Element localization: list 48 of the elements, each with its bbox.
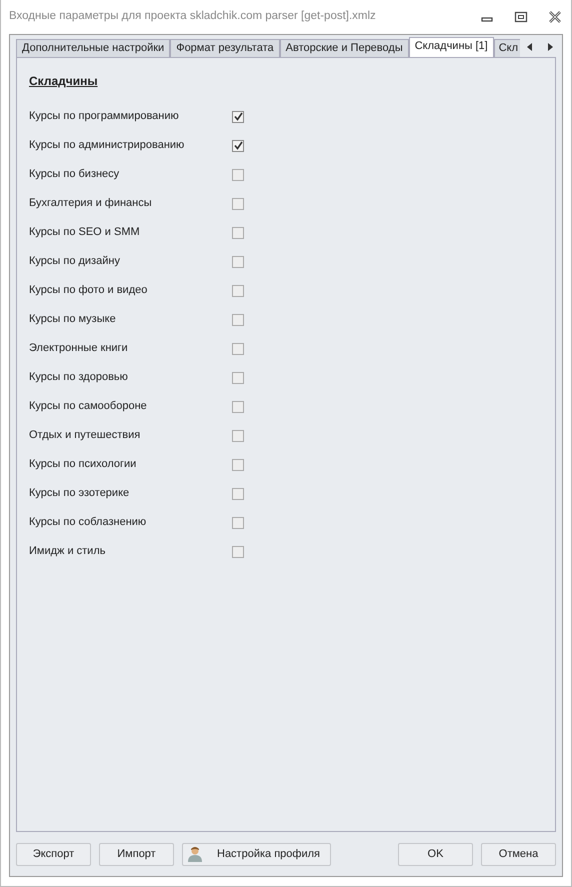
ok-button[interactable]: OK <box>398 842 473 866</box>
checkbox[interactable] <box>232 372 244 384</box>
option-label: Курсы по самообороне <box>29 399 148 414</box>
option-label: Электронные книги <box>29 341 129 356</box>
section-title: Складчины <box>29 73 98 90</box>
checkbox[interactable] <box>232 400 244 412</box>
checkbox[interactable] <box>232 110 244 122</box>
tab[interactable]: Скл <box>494 39 520 57</box>
option-label: Курсы по соблазнению <box>29 515 148 530</box>
cancel-button[interactable]: Отмена <box>481 842 556 866</box>
checkbox[interactable] <box>232 226 244 238</box>
close-icon[interactable] <box>547 11 563 23</box>
checkbox[interactable] <box>232 140 244 152</box>
option-label: Курсы по дизайну <box>29 254 121 270</box>
checkbox[interactable] <box>232 516 244 528</box>
option-label: Курсы по администрированию <box>29 138 186 154</box>
checkbox[interactable] <box>232 458 244 470</box>
window-title: Входные параметры для проекта skladchik.com parser [get-post].xmlz <box>9 9 377 24</box>
option-label: Имидж и стиль <box>29 544 106 560</box>
checkbox[interactable] <box>232 314 244 326</box>
tab[interactable]: Дополнительные настройки <box>16 39 170 57</box>
maximize-icon[interactable] <box>513 11 529 23</box>
checkbox[interactable] <box>232 256 244 268</box>
dialog-button[interactable]: Экспорт <box>16 842 91 866</box>
dialog-button[interactable]: Импорт <box>99 842 174 866</box>
tab[interactable]: Авторские и Переводы <box>280 39 409 57</box>
tab[interactable]: Складчины [1] <box>408 37 494 57</box>
option-label: Курсы по программированию <box>29 109 180 124</box>
profile-settings-button[interactable]: Настройка профиля <box>182 842 331 866</box>
checkbox[interactable] <box>232 430 244 442</box>
checkbox[interactable] <box>232 198 244 210</box>
tab[interactable]: Формат результата <box>170 39 280 57</box>
option-label: Курсы по эзотерике <box>29 486 130 502</box>
option-label: Бухгалтерия и финансы <box>29 196 153 212</box>
option-label: Курсы по фото и видео <box>29 283 148 298</box>
option-label: Курсы по психологии <box>29 457 138 472</box>
checkbox[interactable] <box>232 168 244 180</box>
checkbox[interactable] <box>232 284 244 296</box>
checkbox[interactable] <box>232 488 244 500</box>
checkbox[interactable] <box>232 546 244 558</box>
scroll-right-icon[interactable] <box>545 42 556 52</box>
option-label: Курсы по музыке <box>29 312 117 328</box>
option-label: Отдых и путешествия <box>29 428 142 444</box>
option-label: Курсы по SEO и SMM <box>29 225 141 240</box>
option-label: Курсы по бизнесу <box>29 167 120 182</box>
user-icon <box>187 846 203 862</box>
option-label: Курсы по здоровью <box>29 370 129 386</box>
checkbox[interactable] <box>232 342 244 354</box>
